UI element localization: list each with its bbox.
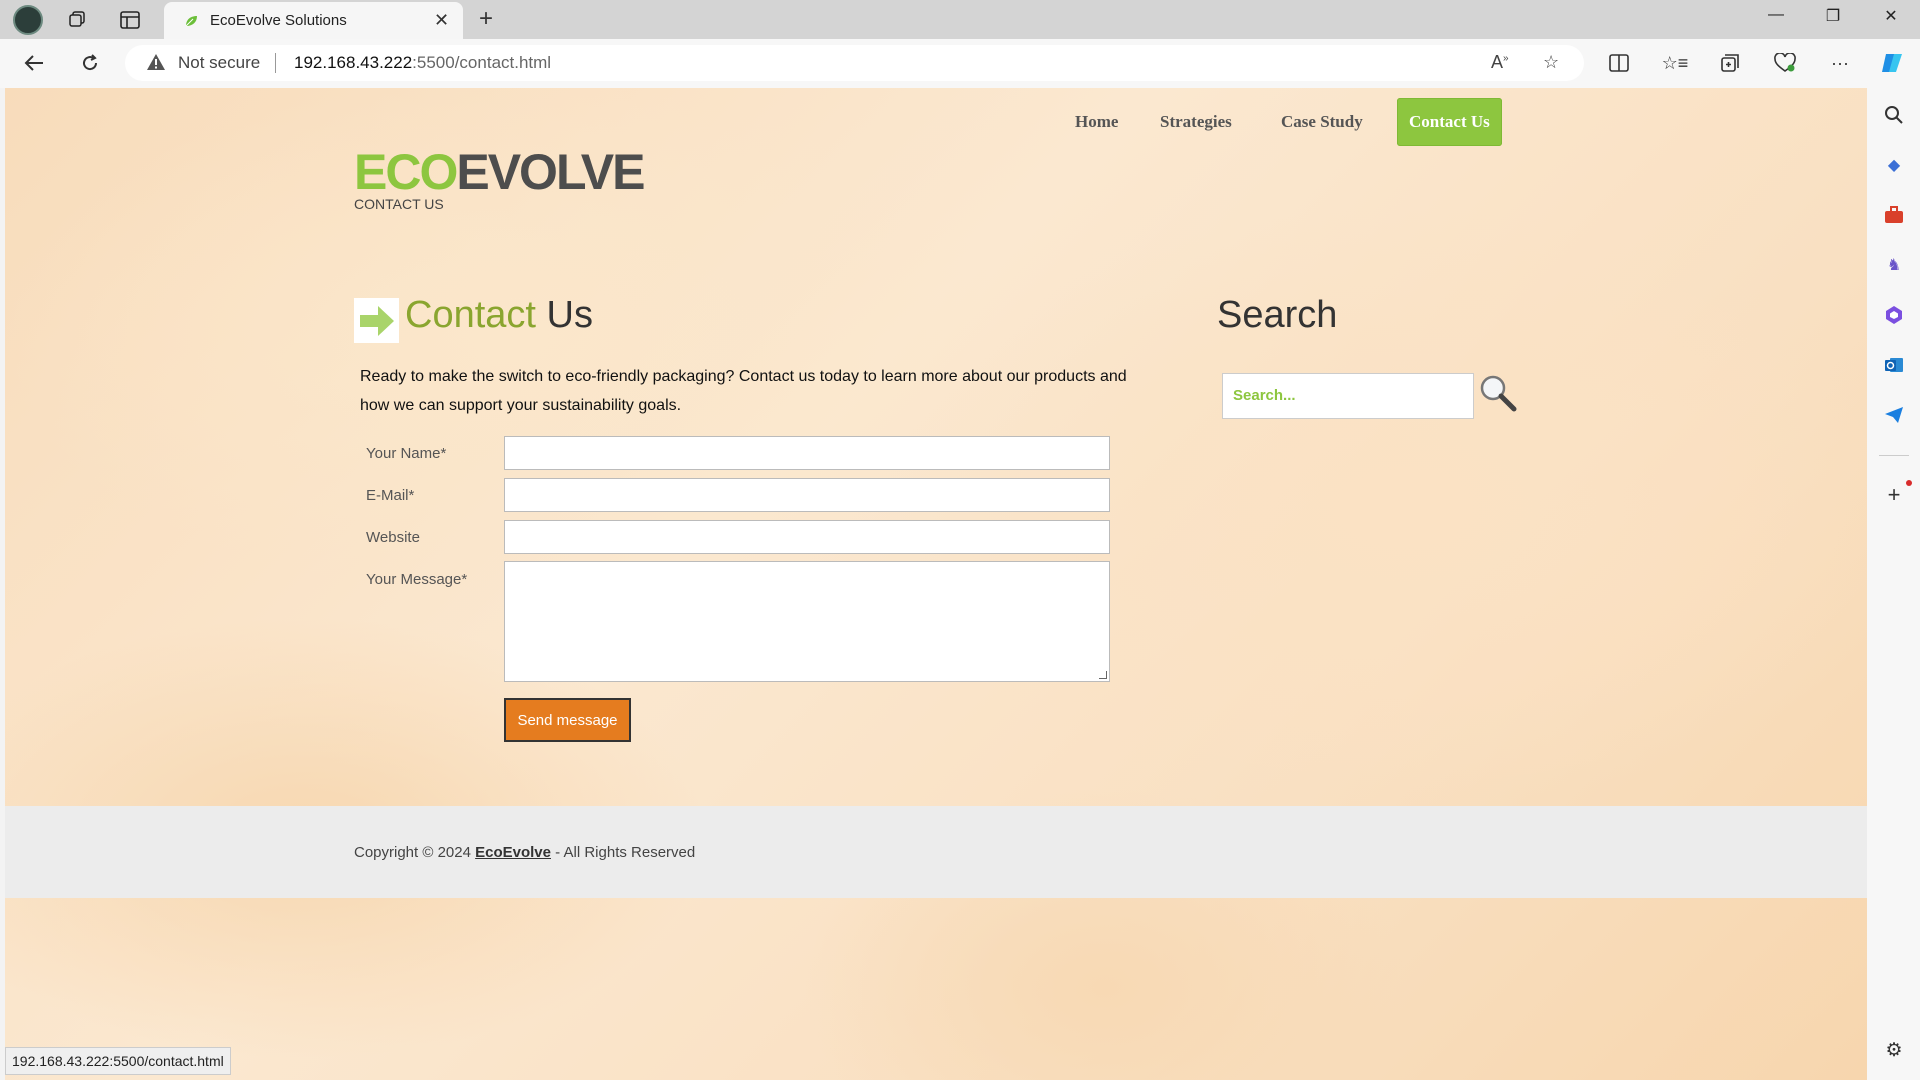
close-window-icon[interactable]: ✕ [1871, 6, 1911, 26]
not-secure-label[interactable]: Not secure [178, 53, 260, 73]
notification-dot [1906, 480, 1912, 486]
status-bar-url: 192.168.43.222:5500/contact.html [5, 1047, 231, 1075]
search-input[interactable]: Search... [1222, 373, 1474, 419]
email-label: E-Mail* [366, 487, 415, 504]
browser-tab-bar: EcoEvolve Solutions ✕ + — ❐ ✕ [0, 0, 1920, 39]
tools-icon[interactable] [1882, 203, 1906, 227]
copyright-prefix: Copyright © 2024 [354, 844, 476, 861]
nav-strategies[interactable]: Strategies [1160, 98, 1232, 146]
send-icon[interactable] [1882, 403, 1906, 427]
search-heading: Search [1217, 294, 1338, 336]
copilot-icon[interactable] [1877, 49, 1907, 77]
page-viewport: Home Strategies Case Study Contact Us EC… [5, 88, 1867, 1080]
intro-text: Ready to make the switch to eco-friendly… [360, 368, 1127, 414]
arrow-right-icon [354, 298, 399, 343]
url-separator [275, 53, 276, 73]
site-logo[interactable]: ECOEVOLVE [354, 140, 645, 204]
url-text[interactable]: 192.168.43.222:5500/contact.html [294, 53, 551, 73]
favorites-icon[interactable]: ☆≡ [1660, 49, 1690, 77]
new-tab-icon[interactable]: + [479, 5, 493, 33]
logo-evolve: EVOLVE [456, 144, 645, 200]
search-placeholder: Search... [1233, 387, 1296, 404]
close-tab-icon[interactable]: ✕ [434, 10, 449, 31]
warning-icon[interactable] [146, 53, 166, 71]
contact-heading-dark: Us [546, 294, 593, 336]
browser-essentials-icon[interactable] [1770, 49, 1800, 77]
games-icon[interactable]: ♞ [1882, 253, 1906, 277]
minimize-icon[interactable]: — [1756, 6, 1796, 24]
browser-tab-active[interactable]: EcoEvolve Solutions ✕ [164, 2, 463, 39]
name-label: Your Name* [366, 445, 447, 462]
page-subtitle: CONTACT US [354, 196, 444, 212]
settings-gear-icon[interactable]: ⚙ [1882, 1038, 1906, 1062]
read-aloud-icon[interactable]: A» [1491, 52, 1509, 73]
contact-heading-green: Contact [405, 294, 536, 336]
favorite-star-icon[interactable]: ☆ [1543, 52, 1559, 73]
magnifier-icon [1480, 375, 1517, 412]
name-field[interactable] [504, 436, 1110, 470]
add-sidebar-app-icon[interactable]: + [1882, 482, 1906, 507]
sidebar-divider [1879, 455, 1909, 456]
collections-icon[interactable] [1715, 49, 1745, 77]
email-field[interactable] [504, 478, 1110, 512]
address-bar[interactable]: Not secure 192.168.43.222:5500/contact.h… [125, 45, 1584, 81]
workspaces-icon[interactable] [63, 7, 91, 33]
profile-avatar[interactable] [13, 5, 43, 35]
outlook-icon[interactable] [1882, 353, 1906, 377]
tab-title: EcoEvolve Solutions [210, 12, 347, 29]
more-options-icon[interactable]: ··· [1825, 49, 1855, 77]
restore-icon[interactable]: ❐ [1813, 6, 1853, 26]
search-button[interactable] [1476, 371, 1518, 413]
url-path: :5500/contact.html [412, 53, 552, 72]
copyright-text: Copyright © 2024 EcoEvolve - All Rights … [354, 844, 695, 861]
browser-toolbar: Not secure 192.168.43.222:5500/contact.h… [0, 39, 1920, 88]
microsoft-365-icon[interactable] [1882, 303, 1906, 327]
message-label: Your Message* [366, 571, 468, 588]
vertical-tabs-icon[interactable] [116, 7, 144, 33]
logo-eco: ECO [354, 144, 458, 200]
search-icon[interactable] [1882, 103, 1906, 127]
contact-heading: Contact Us [405, 294, 593, 337]
copyright-suffix: - All Rights Reserved [551, 844, 696, 861]
refresh-icon[interactable] [74, 49, 106, 77]
website-label: Website [366, 529, 420, 546]
website-field[interactable] [504, 520, 1110, 554]
nav-case-study[interactable]: Case Study [1281, 98, 1363, 146]
resize-handle-icon[interactable] [1099, 671, 1107, 679]
split-screen-icon[interactable] [1604, 49, 1634, 77]
send-message-button[interactable]: Send message [504, 698, 631, 742]
message-textarea[interactable] [504, 561, 1110, 682]
edge-sidebar: ◆ ♞ + ⚙ [1867, 88, 1920, 1080]
url-host: 192.168.43.222 [294, 53, 413, 72]
nav-contact-us[interactable]: Contact Us [1397, 98, 1502, 146]
page-footer: Copyright © 2024 EcoEvolve - All Rights … [5, 806, 1867, 898]
shopping-tag-icon[interactable]: ◆ [1882, 153, 1906, 177]
nav-home[interactable]: Home [1075, 98, 1118, 146]
leaf-favicon-icon [185, 16, 197, 27]
back-icon[interactable] [18, 49, 50, 77]
footer-brand-link[interactable]: EcoEvolve [475, 844, 551, 861]
